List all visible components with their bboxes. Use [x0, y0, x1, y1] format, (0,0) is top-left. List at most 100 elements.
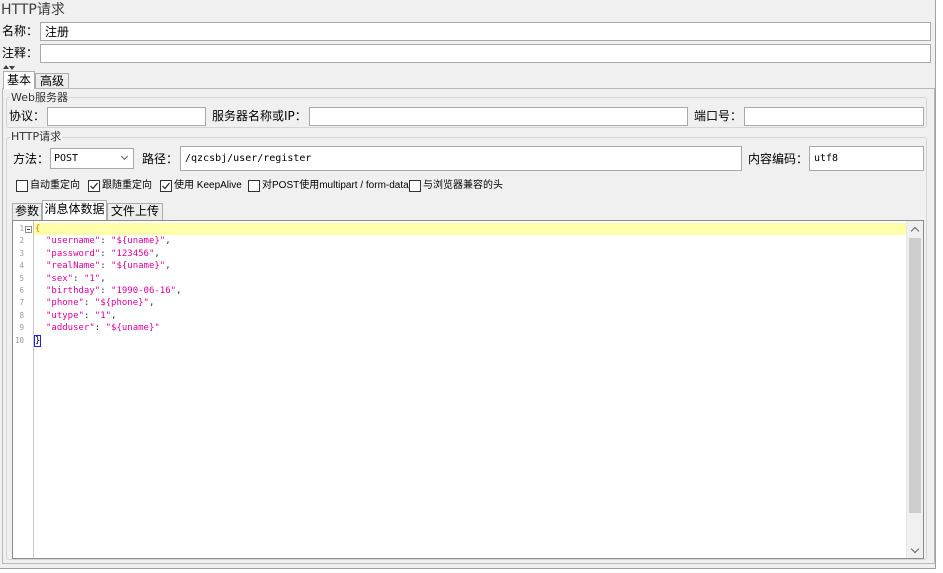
json-value: "${uname}" [105, 323, 160, 334]
line-number: 9 [19, 323, 24, 333]
json-comma: , [148, 298, 155, 309]
path-input-value: /qzcsbj/user/register [185, 153, 312, 164]
json-key: "utype" [46, 310, 84, 321]
json-value: "123456" [111, 248, 155, 259]
checkbox-auto-redirect[interactable] [16, 180, 28, 192]
name-input[interactable]: 注册 [40, 22, 931, 41]
json-comma: , [176, 285, 182, 296]
tab-file-upload[interactable]: 文件上传 [107, 203, 163, 220]
encoding-label: 内容编码： [748, 152, 809, 166]
json-colon: : [94, 323, 106, 334]
checkmark-icon [162, 182, 170, 190]
checkbox-follow-redirects-label: 跟随重定向 [102, 180, 152, 191]
port-label: 端口号： [694, 109, 743, 123]
line-number: 8 [19, 310, 24, 320]
code-line[interactable]: "realName": "${uname}", [34, 260, 906, 272]
name-input-value: 注册 [45, 25, 70, 39]
json-key: "username" [46, 236, 101, 247]
json-key: "sex" [46, 273, 74, 284]
scroll-up-button[interactable] [907, 221, 923, 237]
code-line[interactable]: "password": "123456", [34, 248, 906, 260]
line-number: 10 [14, 335, 24, 345]
http-request-legend: HTTP请求 [10, 130, 63, 143]
chevron-down-icon[interactable] [120, 152, 129, 161]
code-line[interactable]: "utype": "1", [34, 310, 906, 322]
line-number: 5 [19, 273, 24, 283]
method-select[interactable]: POST [50, 148, 134, 169]
checkbox-auto-redirect-label: 自动重定向 [30, 180, 80, 191]
code-line[interactable]: "adduser": "${uname}" [34, 322, 906, 334]
checkbox-keepalive[interactable] [160, 180, 172, 192]
scrollbar-thumb[interactable] [909, 238, 921, 513]
checkbox-multipart-label: 对POST使用multipart / form-data [262, 180, 409, 191]
http-request-sampler-panel: HTTP请求 名称： 注册 注释： 基本 高级 Web服务器 协议： 服务器名称… [0, 0, 936, 569]
triangle-down-icon[interactable] [9, 66, 15, 70]
json-comma: , [165, 236, 171, 247]
json-colon: : [100, 248, 112, 259]
code-line[interactable]: } [33, 334, 906, 347]
path-input[interactable]: /qzcsbj/user/register [180, 146, 742, 171]
json-comma: , [111, 310, 117, 321]
panel-title: HTTP请求 [1, 2, 65, 18]
json-value: "${phone}" [94, 298, 149, 309]
json-colon: : [100, 261, 112, 272]
checkbox-multipart[interactable] [248, 180, 260, 192]
fold-collapse-icon[interactable] [25, 226, 32, 233]
code-line[interactable]: "phone": "${phone}", [34, 297, 906, 309]
editor-vertical-scrollbar[interactable] [906, 221, 923, 558]
encoding-input-value: utf8 [814, 153, 839, 164]
line-number: 1 [19, 224, 24, 233]
checkmark-icon [90, 182, 98, 190]
line-number: 2 [19, 236, 24, 246]
name-label: 名称： [2, 24, 39, 38]
json-colon: : [100, 236, 112, 247]
line-number: 3 [19, 248, 24, 258]
json-key: "password" [46, 248, 101, 259]
protocol-label: 协议： [9, 109, 46, 123]
checkbox-keepalive-label: 使用 KeepAlive [174, 180, 242, 191]
tab-advanced[interactable]: 高级 [35, 73, 69, 88]
code-area[interactable]: { "username": "${uname}", "password": "1… [33, 223, 906, 347]
json-colon: : [83, 310, 95, 321]
json-value: "1" [94, 310, 112, 321]
line-numbers: 1 2 3 4 5 6 7 8 9 10 [13, 223, 24, 347]
line-number: 7 [19, 298, 24, 308]
scroll-down-button[interactable] [907, 542, 923, 558]
code-line[interactable]: { [34, 223, 906, 236]
code-line[interactable]: "sex": "1", [34, 273, 906, 285]
json-value: "${uname}" [111, 236, 166, 247]
tab-basic[interactable]: 基本 [3, 71, 35, 89]
protocol-input[interactable] [47, 107, 206, 126]
code-line[interactable]: "username": "${uname}", [34, 235, 906, 247]
comment-label: 注释： [2, 46, 39, 60]
tab-body-data-label: 消息体数据 [44, 202, 105, 216]
json-comma: , [154, 248, 160, 259]
json-value: "1" [83, 273, 101, 284]
json-key: "realName" [46, 261, 101, 272]
server-input[interactable] [309, 107, 688, 126]
tab-body-data[interactable]: 消息体数据 [42, 200, 107, 221]
encoding-input[interactable]: utf8 [809, 146, 924, 171]
checkbox-follow-redirects[interactable] [88, 180, 100, 192]
code-line[interactable]: "birthday": "1990-06-16", [34, 285, 906, 297]
method-select-value: POST [54, 153, 79, 164]
checkbox-browser-compatible-headers[interactable] [409, 180, 421, 192]
json-key: "birthday" [46, 285, 101, 296]
json-comma: , [165, 261, 171, 272]
tab-file-upload-label: 文件上传 [110, 204, 159, 218]
line-number: 6 [19, 285, 24, 295]
json-colon: : [83, 298, 95, 309]
body-data-editor[interactable]: 1 2 3 4 5 6 7 8 9 10 { "username": "${un… [12, 220, 924, 559]
tab-parameters[interactable]: 参数 [12, 203, 42, 220]
web-server-legend: Web服务器 [10, 91, 69, 104]
tab-parameters-label: 参数 [14, 204, 39, 218]
method-label: 方法： [13, 152, 50, 166]
path-label: 路径： [142, 152, 179, 166]
comment-input[interactable] [40, 44, 931, 63]
port-input[interactable] [744, 107, 924, 126]
json-key: "adduser" [46, 323, 95, 334]
chevron-up-icon [910, 226, 920, 236]
json-close-brace: } [33, 334, 42, 347]
tab-basic-label: 基本 [6, 73, 31, 87]
json-open-brace: { [35, 224, 41, 234]
